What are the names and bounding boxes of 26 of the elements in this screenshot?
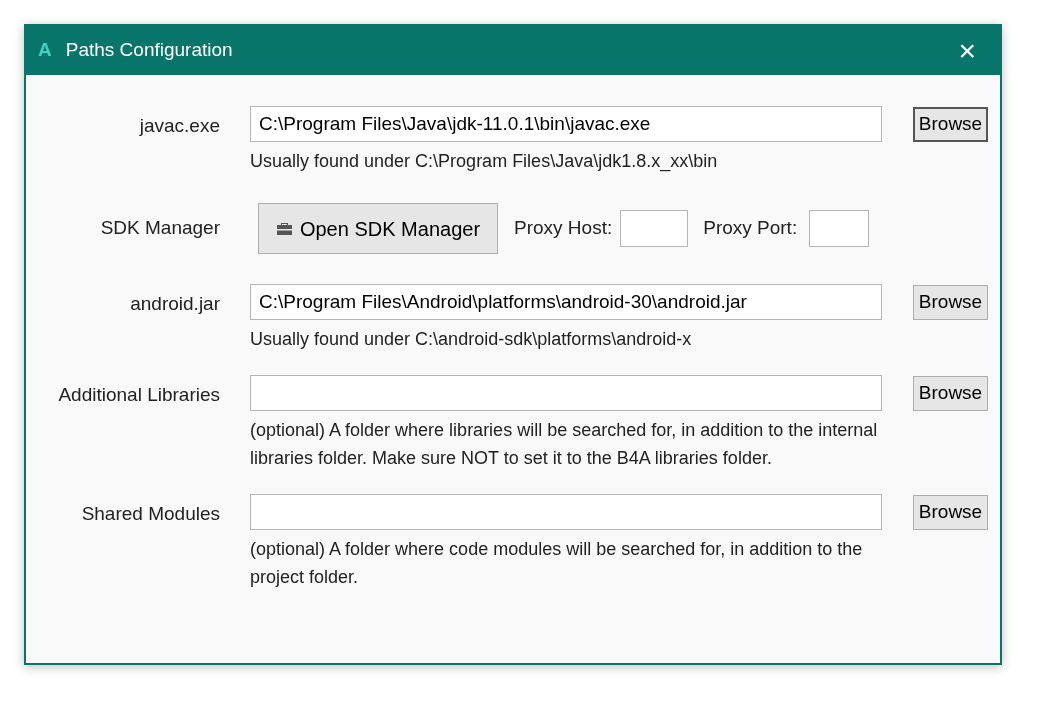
field-label: Shared Modules — [80, 502, 220, 526]
app-logo-icon: A — [38, 36, 52, 65]
proxy-port-field[interactable] — [809, 210, 870, 247]
proxy-port-label: Proxy Port: — [703, 216, 798, 241]
toolbox-icon — [275, 221, 293, 236]
browse-button[interactable]: Browse — [913, 107, 988, 142]
field-label: android.jar — [129, 292, 220, 316]
close-button[interactable]: × — [958, 35, 976, 66]
path-field[interactable] — [250, 494, 882, 530]
hint-text: Usually found under C:\android-sdk\platforms\android-x — [250, 328, 693, 351]
field-label: Additional Libraries — [57, 383, 220, 407]
path-field[interactable] — [250, 375, 882, 411]
path-field[interactable]: C:\Program Files\Java\jdk-11.0.1\bin\javac.exe — [250, 106, 882, 142]
window-title: Paths Configuration — [65, 38, 233, 63]
field-label: SDK Manager — [99, 216, 220, 241]
browse-button[interactable]: Browse — [913, 285, 988, 320]
open-sdk-manager-button[interactable]: Open SDK Manager — [258, 203, 498, 254]
hint-text: Usually found under C:\Program Files\Java\jdk1.8.x_xx\bin — [250, 150, 719, 174]
proxy-host-label: Proxy Host: — [514, 216, 613, 241]
proxy-host-field[interactable] — [620, 210, 689, 247]
browse-button[interactable]: Browse — [913, 495, 988, 530]
browse-button[interactable]: Browse — [913, 376, 988, 411]
field-label: javac.exe — [138, 114, 220, 138]
path-field[interactable]: C:\Program Files\Android\platforms\android-30\android.jar — [250, 284, 882, 320]
hint-text: (optional) A folder where libraries will be searched for, in addition to the internal libraries folder. Make sure NOT to set it to the B4A libraries folder. — [250, 419, 879, 470]
hint-text: (optional) A folder where code modules will be searched for, in addition to the project folder. — [250, 538, 864, 589]
